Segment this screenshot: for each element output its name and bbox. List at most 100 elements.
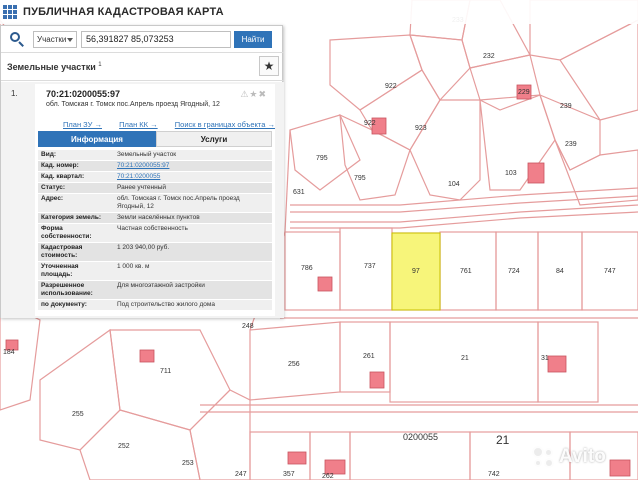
parcel-label: 104: [448, 181, 460, 188]
parcel-label: 84: [556, 268, 564, 275]
parcel-label: 232: [483, 53, 495, 60]
avito-watermark: Avito: [530, 440, 634, 474]
results-title-text: Земельные участки: [7, 61, 96, 72]
field-label: Кад. номер:: [38, 160, 114, 172]
parcel-label: 97: [412, 268, 420, 275]
field-value[interactable]: 70:21:0200055:97: [114, 160, 272, 172]
tab-information[interactable]: Информация: [38, 131, 156, 147]
parcel-label: 248: [242, 323, 254, 330]
parcel-label: 21: [461, 355, 469, 362]
parcel-label: 631: [293, 189, 305, 196]
result-tabs: Информация Услуги: [38, 131, 272, 147]
parcel-label: 256: [288, 361, 300, 368]
quarter-label: 21: [496, 433, 510, 447]
parcel-label: 795: [316, 155, 328, 162]
result-index: 1.: [11, 89, 18, 98]
result-card[interactable]: 70:21:0200055:97 ⚠★✖ обл. Томская г. Том…: [35, 84, 275, 316]
table-row: Разрешенное использование: Для многоэтажн…: [38, 280, 272, 300]
object-type-select[interactable]: Участки: [33, 30, 77, 48]
results-title: Земельные участки 1: [7, 62, 102, 72]
parcel-label: 786: [301, 265, 313, 272]
parcel-label: 747: [604, 268, 616, 275]
table-row: Адрес: обл. Томская г. Томск пос.Апрель п…: [38, 193, 272, 213]
table-row: Кад. номер: 70:21:0200055:97: [38, 160, 272, 172]
field-label: Категория земель:: [38, 212, 114, 224]
table-row: Категория земель: Земли населённых пункто…: [38, 212, 272, 224]
tab-services[interactable]: Услуги: [156, 131, 272, 147]
results-header: Земельные участки 1 ★: [1, 53, 284, 81]
field-value: обл. Томская г. Томск пос.Апрель проезд …: [114, 193, 272, 213]
parcel-label: 253: [182, 460, 194, 467]
parcel-label: 255: [72, 411, 84, 418]
app-title: ПУБЛИЧНАЯ КАДАСТРОВАЯ КАРТА: [23, 6, 224, 18]
result-cad-number[interactable]: 70:21:0200055:97: [46, 89, 120, 99]
parcel-label: 922: [364, 120, 376, 127]
parcel-label: 357: [283, 471, 295, 478]
field-value: 1 203 940,00 руб.: [114, 242, 272, 262]
favorite-star-button[interactable]: ★: [259, 56, 279, 76]
results-list: 1. 70:21:0200055:97 ⚠★✖ обл. Томская г. …: [1, 82, 284, 318]
plan-kk-link[interactable]: План КК →: [119, 120, 158, 129]
search-panel: Участки Найти Земельные участки 1 ★ 1. 7…: [0, 25, 284, 318]
chevron-down-icon: [67, 37, 73, 42]
results-count: 1: [98, 61, 102, 68]
object-type-value: Участки: [37, 34, 67, 44]
field-label: Разрешенное использование:: [38, 280, 114, 300]
field-label: Кад. квартал:: [38, 171, 114, 183]
field-value: Земельный участок: [114, 150, 272, 161]
parcel-label: 103: [505, 170, 517, 177]
field-label: по документу:: [38, 299, 114, 311]
field-value: Земли населённых пунктов: [114, 212, 272, 224]
table-row: Уточненная площадь: 1 000 кв. м: [38, 261, 272, 281]
parcel-label: 724: [508, 268, 520, 275]
field-label: Форма собственности:: [38, 223, 114, 243]
search-icon: [9, 31, 25, 47]
field-value: Под строительство жилого дома: [114, 299, 272, 311]
table-row: Кад. квартал: 70:21:0200055: [38, 171, 272, 183]
search-input[interactable]: [81, 30, 231, 48]
parcel-label: 247: [235, 471, 247, 478]
field-label: Вид:: [38, 150, 114, 161]
table-row: Кадастровая стоимость: 1 203 940,00 руб.: [38, 242, 272, 262]
field-label: Кадастровая стоимость:: [38, 242, 114, 262]
table-row: Вид: Земельный участок: [38, 150, 272, 161]
avito-logo-icon: [530, 444, 556, 470]
parcel-label: 31: [541, 355, 549, 362]
field-value: Ранее учтенный: [114, 182, 272, 194]
app-header: ПУБЛИЧНАЯ КАДАСТРОВАЯ КАРТА: [0, 0, 638, 24]
field-label: Уточненная площадь:: [38, 261, 114, 281]
parcel-label: 262: [322, 473, 334, 480]
parcel-label: 239: [560, 103, 572, 110]
table-row: по документу: Под строительство жилого до…: [38, 299, 272, 311]
card-action-icons[interactable]: ⚠★✖: [240, 89, 267, 100]
field-value[interactable]: 70:21:0200055: [114, 171, 272, 183]
search-within-link[interactable]: Поиск в границах объекта →: [175, 120, 275, 129]
quarter-label: 0200055: [403, 432, 438, 442]
parcel-label: 761: [460, 268, 472, 275]
apps-grid-icon[interactable]: [3, 5, 17, 19]
watermark-text: Avito: [559, 446, 606, 467]
field-label: Статус:: [38, 182, 114, 194]
parcel-label: 737: [364, 263, 376, 270]
info-table: Вид: Земельный участок Кад. номер: 70:21:0…: [38, 150, 272, 311]
parcel-label: 261: [363, 353, 375, 360]
search-row: Участки Найти: [1, 26, 284, 53]
parcel-label: 239: [565, 141, 577, 148]
parcel-label: 795: [354, 175, 366, 182]
result-links: План ЗУ → План КК → Поиск в границах объ…: [63, 120, 275, 129]
parcel-label: 229: [518, 89, 530, 96]
field-value: Для многоэтажной застройки: [114, 280, 272, 300]
find-button[interactable]: Найти: [234, 30, 272, 48]
plan-zu-link[interactable]: План ЗУ →: [63, 120, 102, 129]
field-label: Адрес:: [38, 193, 114, 213]
table-row: Статус: Ранее учтенный: [38, 182, 272, 194]
parcel-label: 184: [3, 349, 15, 356]
parcel-label: 923: [415, 125, 427, 132]
parcel-label: 742: [488, 471, 500, 478]
parcel-label: 711: [160, 368, 171, 375]
field-value: 1 000 кв. м: [114, 261, 272, 281]
parcel-label: 922: [385, 83, 397, 90]
result-address: обл. Томская г. Томск пос.Апрель проезд …: [46, 101, 220, 108]
parcel-label: 252: [118, 443, 130, 450]
field-value: Частная собственность: [114, 223, 272, 243]
